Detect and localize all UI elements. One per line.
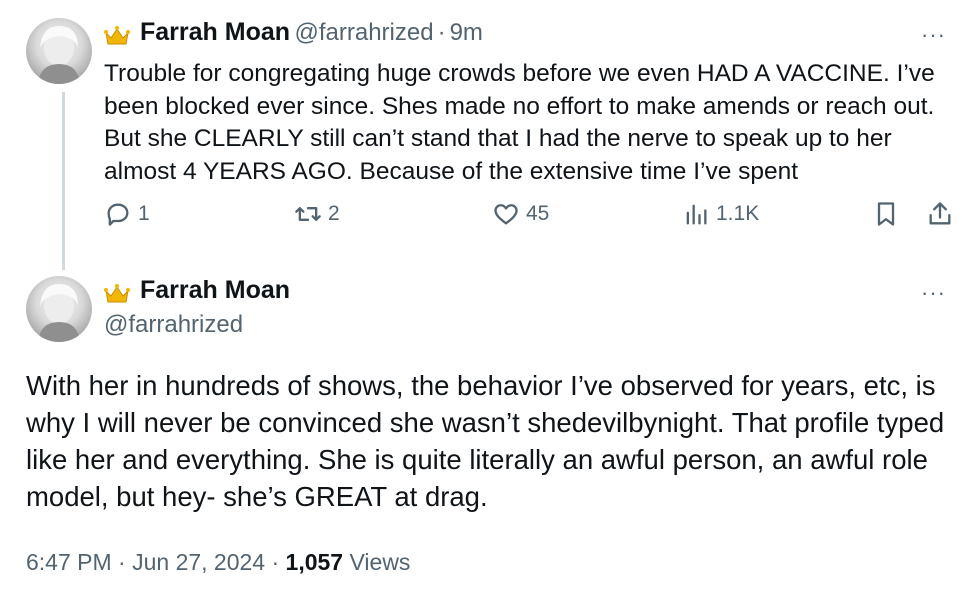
tweet-meta: 6:47 PM · Jun 27, 2024 · 1,057 Views: [26, 549, 410, 576]
reply-button[interactable]: 1: [104, 200, 150, 228]
share-icon: [929, 202, 951, 225]
views-count: 1.1K: [716, 202, 760, 225]
crown-icon: [104, 25, 130, 45]
like-icon: [494, 204, 518, 225]
tweet-timestamp[interactable]: 6:47 PM · Jun 27, 2024 ·: [26, 549, 286, 575]
tweet-header: Farrah Moan @farrahrized: [104, 276, 290, 339]
tweet-actions: 1 2 45 1.1K: [104, 200, 954, 238]
user-handle[interactable]: @farrahrized: [104, 311, 290, 339]
views-icon: [686, 204, 707, 225]
more-icon[interactable]: ···: [921, 282, 946, 304]
avatar[interactable]: [26, 276, 92, 342]
reply-icon: [107, 203, 129, 226]
tweet-time[interactable]: 9m: [450, 19, 483, 46]
views-button[interactable]: 1.1K: [682, 200, 759, 228]
views-label: Views: [349, 549, 411, 575]
bookmark-icon: [877, 202, 895, 226]
display-name[interactable]: Farrah Moan: [140, 276, 290, 304]
share-button[interactable]: [926, 200, 960, 228]
reply-count: 1: [138, 202, 150, 225]
user-handle[interactable]: @farrahrized: [294, 19, 433, 46]
repost-count: 2: [328, 202, 340, 225]
more-icon[interactable]: ···: [921, 24, 946, 46]
tweet-text: With her in hundreds of shows, the behav…: [26, 370, 945, 512]
thread-connector-line: [62, 92, 65, 270]
display-name[interactable]: Farrah Moan: [140, 18, 290, 46]
tweet-header: Farrah Moan @farrahrized · 9m: [104, 18, 483, 47]
repost-icon: [295, 207, 321, 221]
separator-dot: ·: [437, 19, 446, 46]
repost-button[interactable]: 2: [294, 200, 340, 228]
tweet-text: Trouble for congregating huge crowds bef…: [104, 60, 935, 185]
avatar[interactable]: [26, 18, 92, 84]
views-count: 1,057: [285, 549, 344, 575]
like-count: 45: [526, 202, 550, 225]
like-button[interactable]: 45: [492, 200, 549, 228]
crown-icon: [104, 283, 130, 303]
bookmark-button[interactable]: [872, 200, 906, 228]
